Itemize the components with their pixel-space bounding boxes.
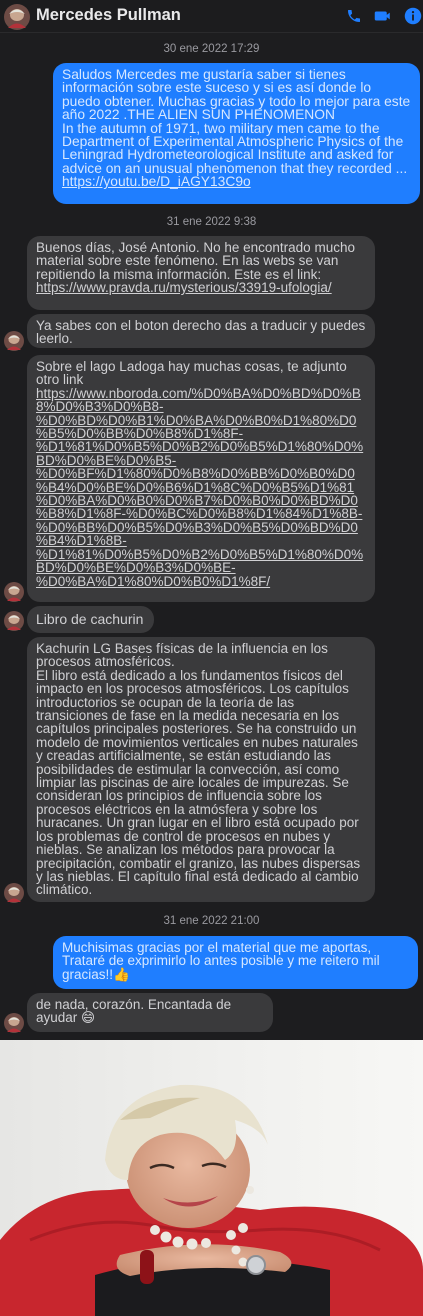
message-text: Buenos días, José Antonio. No he encontr… <box>36 240 359 282</box>
chat-header: Mercedes Pullman <box>0 0 423 33</box>
contact-avatar[interactable] <box>4 4 30 30</box>
timestamp: 31 ene 2022 9:38 <box>166 216 257 228</box>
incoming-message[interactable]: Ya sabes con el boton derecho das a trad… <box>27 314 375 348</box>
message-text: Libro de cachurin <box>36 611 144 627</box>
message-text: Muchisimas gracias por el material que m… <box>62 940 384 982</box>
phone-icon[interactable] <box>346 7 362 25</box>
message-link[interactable]: https://www.nboroda.com/%D0%BA%D0%BD%D0%… <box>36 386 363 589</box>
message-thread[interactable]: 30 ene 2022 17:29 Saludos Mercedes me gu… <box>0 33 423 1040</box>
info-icon[interactable] <box>404 7 422 25</box>
contact-avatar[interactable] <box>4 331 24 351</box>
contact-avatar[interactable] <box>4 611 24 631</box>
message-link[interactable]: https://www.pravda.ru/mysterious/33919-u… <box>36 280 332 295</box>
contact-avatar[interactable] <box>4 1013 24 1033</box>
profile-photo <box>0 1040 423 1316</box>
timestamp: 30 ene 2022 17:29 <box>163 43 260 55</box>
message-text: Ya sabes con el boton derecho das a trad… <box>36 318 369 347</box>
incoming-message[interactable]: Kachurin LG Bases físicas de la influenc… <box>27 637 375 902</box>
message-text: de nada, corazón. Encantada de ayudar 😄 <box>36 997 235 1026</box>
contact-name[interactable]: Mercedes Pullman <box>36 6 181 25</box>
timestamp: 31 ene 2022 21:00 <box>163 915 260 927</box>
contact-avatar[interactable] <box>4 883 24 903</box>
message-link[interactable]: https://youtu.be/D_iAGY13C9o <box>62 174 251 189</box>
incoming-message[interactable]: Sobre el lago Ladoga hay muchas cosas, t… <box>27 355 375 602</box>
outgoing-message[interactable]: Saludos Mercedes me gustaría saber si ti… <box>53 63 420 204</box>
incoming-message[interactable]: de nada, corazón. Encantada de ayudar 😄 <box>27 993 273 1032</box>
message-text: Kachurin LG Bases físicas de la influenc… <box>36 641 361 898</box>
video-camera-icon[interactable] <box>374 7 392 25</box>
contact-avatar[interactable] <box>4 582 24 602</box>
incoming-message[interactable]: Buenos días, José Antonio. No he encontr… <box>27 236 375 310</box>
message-text: Sobre el lago Ladoga hay muchas cosas, t… <box>36 359 351 388</box>
message-text: Saludos Mercedes me gustaría saber si ti… <box>62 67 411 176</box>
outgoing-message[interactable]: Muchisimas gracias por el material que m… <box>53 936 418 989</box>
incoming-message[interactable]: Libro de cachurin <box>27 606 154 633</box>
